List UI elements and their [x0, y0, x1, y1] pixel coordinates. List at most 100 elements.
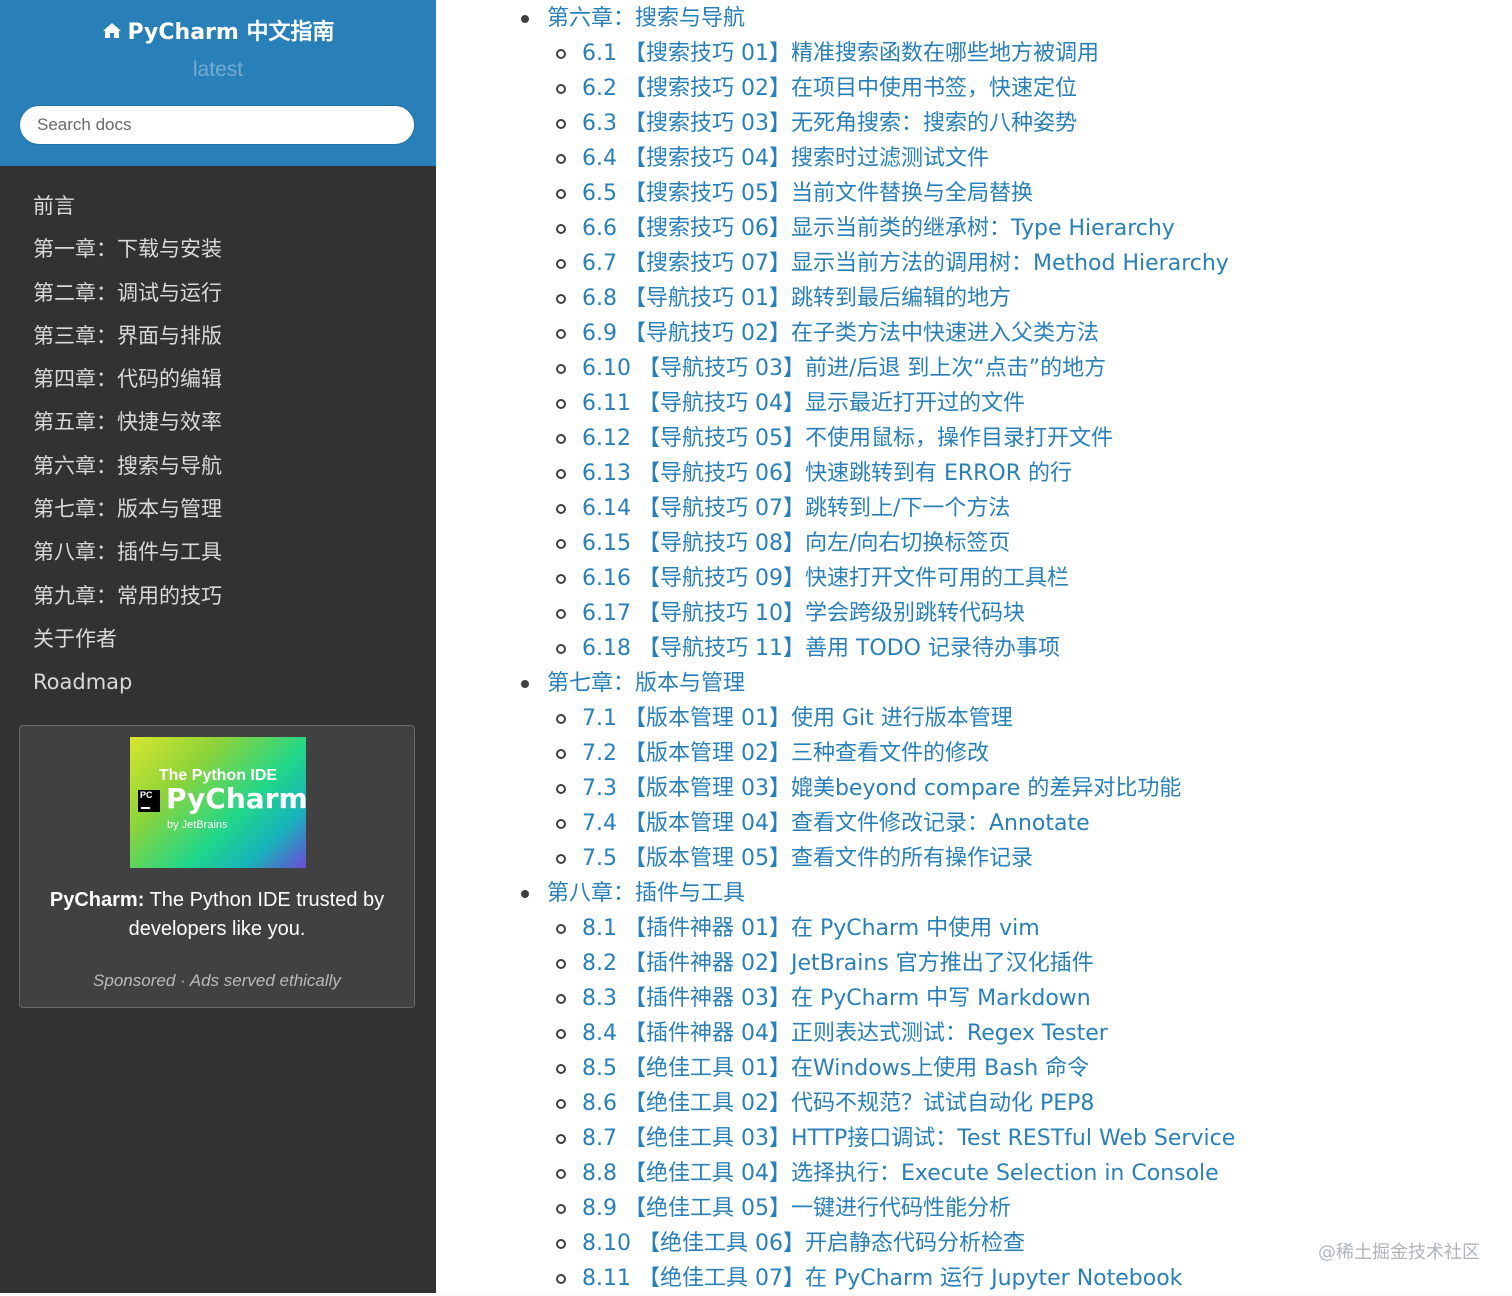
bullet-disc-icon — [521, 680, 529, 688]
toc-section: 6.16 【导航技巧 09】快速打开文件可用的工具栏 — [556, 561, 1069, 596]
ad-footer[interactable]: Sponsored · Ads served ethically — [20, 971, 414, 991]
toc-section: 8.9 【绝佳工具 05】一键进行代码性能分析 — [556, 1191, 1011, 1226]
bullet-circle-icon — [556, 609, 566, 619]
sidebar-nav-item[interactable]: 第九章：常用的技巧 — [0, 575, 436, 618]
sidebar-nav-item[interactable]: 第八章：插件与工具 — [0, 531, 436, 574]
toc-link[interactable]: 7.2 【版本管理 02】三种查看文件的修改 — [582, 741, 989, 766]
toc-link[interactable]: 6.14 【导航技巧 07】跳转到上/下一个方法 — [582, 496, 1010, 521]
toc-section: 6.6 【搜索技巧 06】显示当前类的继承树：Type Hierarchy — [556, 211, 1175, 246]
bullet-circle-icon — [556, 574, 566, 584]
toc-section: 6.13 【导航技巧 06】快速跳转到有 ERROR 的行 — [556, 456, 1072, 491]
bullet-circle-icon — [556, 539, 566, 549]
toc-section: 6.15 【导航技巧 08】向左/向右切换标签页 — [556, 526, 1010, 561]
toc-link[interactable]: 8.11 【绝佳工具 07】在 PyCharm 运行 Jupyter Noteb… — [582, 1266, 1182, 1291]
sidebar-nav-item[interactable]: 关于作者 — [0, 618, 436, 661]
toc-section: 8.7 【绝佳工具 03】HTTP接口调试：Test RESTful Web S… — [556, 1121, 1235, 1156]
toc-link[interactable]: 8.4 【插件神器 04】正则表达式测试：Regex Tester — [582, 1021, 1108, 1046]
toc-link[interactable]: 第六章：搜索与导航 — [547, 6, 745, 31]
search-input[interactable] — [19, 105, 415, 145]
brand-link[interactable]: PyCharm 中文指南 — [0, 14, 436, 46]
toc-link[interactable]: 6.5 【搜索技巧 05】当前文件替换与全局替换 — [582, 181, 1033, 206]
bullet-circle-icon — [556, 1134, 566, 1144]
sidebar-nav-item[interactable]: 第七章：版本与管理 — [0, 488, 436, 531]
toc-link[interactable]: 8.7 【绝佳工具 03】HTTP接口调试：Test RESTful Web S… — [582, 1126, 1235, 1151]
toc-link[interactable]: 6.2 【搜索技巧 02】在项目中使用书签，快速定位 — [582, 76, 1077, 101]
toc-link[interactable]: 7.5 【版本管理 05】查看文件的所有操作记录 — [582, 846, 1033, 871]
bullet-circle-icon — [556, 714, 566, 724]
toc-section: 6.1 【搜索技巧 01】精准搜索函数在哪些地方被调用 — [556, 36, 1099, 71]
version-label: latest — [192, 58, 244, 81]
ad-image-vendor: by JetBrains — [167, 819, 228, 831]
toc-chapter: 第六章：搜索与导航 — [521, 1, 745, 36]
toc-section: 6.18 【导航技巧 11】善用 TODO 记录待办事项 — [556, 631, 1060, 666]
ad-image[interactable]: The Python IDE PC PyCharm by JetBrains — [130, 737, 306, 868]
bullet-circle-icon — [556, 434, 566, 444]
bullet-circle-icon — [556, 259, 566, 269]
sidebar-nav-item[interactable]: Roadmap — [0, 661, 436, 704]
toc-link[interactable]: 6.6 【搜索技巧 06】显示当前类的继承树：Type Hierarchy — [582, 216, 1175, 241]
toc-link[interactable]: 8.9 【绝佳工具 05】一键进行代码性能分析 — [582, 1196, 1011, 1221]
toc-link[interactable]: 6.11 【导航技巧 04】显示最近打开过的文件 — [582, 391, 1025, 416]
toc-section: 8.8 【绝佳工具 04】选择执行：Execute Selection in C… — [556, 1156, 1219, 1191]
toc-link[interactable]: 6.3 【搜索技巧 03】无死角搜索：搜索的八种姿势 — [582, 111, 1077, 136]
toc-link[interactable]: 6.1 【搜索技巧 01】精准搜索函数在哪些地方被调用 — [582, 41, 1099, 66]
toc-link[interactable]: 8.8 【绝佳工具 04】选择执行：Execute Selection in C… — [582, 1161, 1219, 1186]
bullet-circle-icon — [556, 784, 566, 794]
toc-link[interactable]: 8.3 【插件神器 03】在 PyCharm 中写 Markdown — [582, 986, 1091, 1011]
toc-link[interactable]: 8.1 【插件神器 01】在 PyCharm 中使用 vim — [582, 916, 1040, 941]
toc-section: 8.1 【插件神器 01】在 PyCharm 中使用 vim — [556, 911, 1040, 946]
sponsor-ad[interactable]: The Python IDE PC PyCharm by JetBrains P… — [19, 725, 415, 1008]
toc-section: 8.4 【插件神器 04】正则表达式测试：Regex Tester — [556, 1016, 1108, 1051]
toc-link[interactable]: 第七章：版本与管理 — [547, 671, 745, 696]
toc-link[interactable]: 6.4 【搜索技巧 04】搜索时过滤测试文件 — [582, 146, 989, 171]
toc-link[interactable]: 8.10 【绝佳工具 06】开启静态代码分析检查 — [582, 1231, 1025, 1256]
toc-link[interactable]: 6.15 【导航技巧 08】向左/向右切换标签页 — [582, 531, 1010, 556]
bullet-circle-icon — [556, 224, 566, 234]
toc-link[interactable]: 6.7 【搜索技巧 07】显示当前方法的调用树：Method Hierarchy — [582, 251, 1229, 276]
ad-text[interactable]: PyCharm: The Python IDE trusted by devel… — [32, 886, 402, 944]
toc-link[interactable]: 6.9 【导航技巧 02】在子类方法中快速进入父类方法 — [582, 321, 1099, 346]
watermark: @稀土掘金技术社区 — [1318, 1242, 1480, 1263]
toc-section: 8.6 【绝佳工具 02】代码不规范？试试自动化 PEP8 — [556, 1086, 1094, 1121]
bullet-circle-icon — [556, 1274, 566, 1284]
brand-title: PyCharm 中文指南 — [127, 20, 335, 45]
bullet-circle-icon — [556, 854, 566, 864]
toc-link[interactable]: 6.16 【导航技巧 09】快速打开文件可用的工具栏 — [582, 566, 1069, 591]
toc-link[interactable]: 8.2 【插件神器 02】JetBrains 官方推出了汉化插件 — [582, 951, 1094, 976]
toc-link[interactable]: 6.12 【导航技巧 05】不使用鼠标，操作目录打开文件 — [582, 426, 1113, 451]
bullet-disc-icon — [521, 15, 529, 23]
toc-link[interactable]: 7.1 【版本管理 01】使用 Git 进行版本管理 — [582, 706, 1013, 731]
bullet-circle-icon — [556, 959, 566, 969]
toc-link[interactable]: 8.6 【绝佳工具 02】代码不规范？试试自动化 PEP8 — [582, 1091, 1094, 1116]
bullet-circle-icon — [556, 1029, 566, 1039]
sidebar-nav-item[interactable]: 第四章：代码的编辑 — [0, 358, 436, 401]
toc-link[interactable]: 6.18 【导航技巧 11】善用 TODO 记录待办事项 — [582, 636, 1060, 661]
sidebar-nav-item[interactable]: 前言 — [0, 185, 436, 228]
toc-link[interactable]: 7.4 【版本管理 04】查看文件修改记录：Annotate — [582, 811, 1090, 836]
toc-link[interactable]: 6.10 【导航技巧 03】前进/后退 到上次“点击”的地方 — [582, 356, 1106, 381]
toc-link[interactable]: 7.3 【版本管理 03】媲美beyond compare 的差异对比功能 — [582, 776, 1181, 801]
toc-link[interactable]: 6.8 【导航技巧 01】跳转到最后编辑的地方 — [582, 286, 1011, 311]
toc-link[interactable]: 6.13 【导航技巧 06】快速跳转到有 ERROR 的行 — [582, 461, 1072, 486]
toc-section: 6.17 【导航技巧 10】学会跨级别跳转代码块 — [556, 596, 1025, 631]
toc-section: 6.7 【搜索技巧 07】显示当前方法的调用树：Method Hierarchy — [556, 246, 1229, 281]
bullet-circle-icon — [556, 84, 566, 94]
ad-text-body: The Python IDE trusted by developers lik… — [128, 889, 385, 940]
toc-link[interactable]: 8.5 【绝佳工具 01】在Windows上使用 Bash 命令 — [582, 1056, 1089, 1081]
toc-link[interactable]: 6.17 【导航技巧 10】学会跨级别跳转代码块 — [582, 601, 1025, 626]
sidebar-nav-item[interactable]: 第六章：搜索与导航 — [0, 445, 436, 488]
sidebar-nav-item[interactable]: 第五章：快捷与效率 — [0, 401, 436, 444]
toc-section: 7.1 【版本管理 01】使用 Git 进行版本管理 — [556, 701, 1013, 736]
toc-section: 7.3 【版本管理 03】媲美beyond compare 的差异对比功能 — [556, 771, 1181, 806]
bullet-circle-icon — [556, 1169, 566, 1179]
main-content: 第六章：搜索与导航 6.1 【搜索技巧 01】精准搜索函数在哪些地方被调用 6.2 … — [436, 0, 1512, 1293]
sidebar-nav-item[interactable]: 第二章：调试与运行 — [0, 272, 436, 315]
bullet-circle-icon — [556, 644, 566, 654]
toc-link[interactable]: 第八章：插件与工具 — [547, 881, 745, 906]
ad-text-bold: PyCharm: — [49, 889, 145, 911]
toc-section: 8.2 【插件神器 02】JetBrains 官方推出了汉化插件 — [556, 946, 1094, 981]
sidebar-nav-item[interactable]: 第一章：下载与安装 — [0, 228, 436, 271]
toc-section: 8.10 【绝佳工具 06】开启静态代码分析检查 — [556, 1226, 1025, 1261]
sidebar-nav: 前言 第一章：下载与安装 第二章：调试与运行 第三章：界面与排版 第四章：代码的编辑 第五… — [0, 185, 436, 705]
sidebar-nav-item[interactable]: 第三章：界面与排版 — [0, 315, 436, 358]
